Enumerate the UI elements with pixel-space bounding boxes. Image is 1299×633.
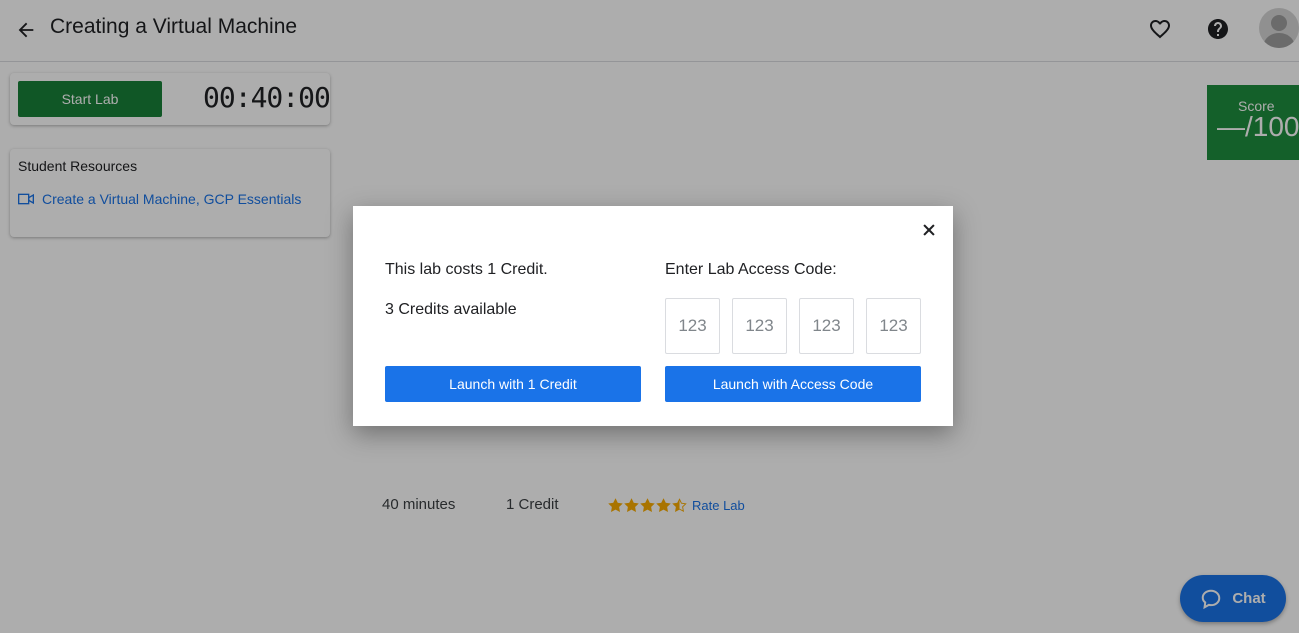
- close-button[interactable]: [917, 218, 941, 242]
- close-icon: [923, 224, 935, 236]
- launch-lab-dialog: This lab costs 1 Credit. 3 Credits avail…: [353, 206, 953, 426]
- access-code-input-3[interactable]: [799, 298, 854, 354]
- credits-available-text: 3 Credits available: [385, 301, 517, 318]
- access-code-input-1[interactable]: [665, 298, 720, 354]
- access-code-input-4[interactable]: [866, 298, 921, 354]
- launch-with-access-code-button[interactable]: Launch with Access Code: [665, 366, 921, 402]
- access-code-label: Enter Lab Access Code:: [665, 261, 837, 278]
- access-code-input-2[interactable]: [732, 298, 787, 354]
- launch-with-credit-button[interactable]: Launch with 1 Credit: [385, 366, 641, 402]
- lab-cost-text: This lab costs 1 Credit.: [385, 261, 548, 278]
